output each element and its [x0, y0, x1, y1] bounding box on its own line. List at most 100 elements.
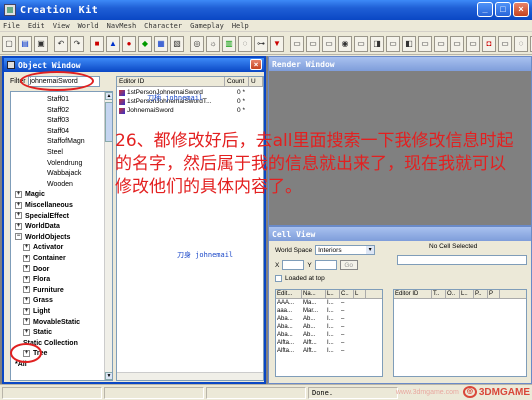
view-12-icon[interactable]: ▭ [466, 35, 480, 52]
tree-item[interactable]: Volendrung [47, 159, 82, 168]
view-1-icon[interactable]: ▭ [290, 35, 304, 52]
table-row[interactable]: Aba... Ab... I... – [276, 331, 382, 339]
view-13-icon[interactable]: ◘ [482, 35, 496, 52]
view-8-icon[interactable]: ◧ [402, 35, 416, 52]
redo-icon[interactable]: ↷ [70, 35, 84, 52]
go-button[interactable]: Go [339, 260, 358, 270]
view-7-icon[interactable]: ▭ [386, 35, 400, 52]
close-button[interactable]: × [513, 2, 529, 17]
expand-icon[interactable]: + [15, 201, 22, 209]
undo-icon[interactable]: ↶ [54, 35, 68, 52]
col-editor-id[interactable]: Editor ID [117, 77, 225, 86]
menu-world[interactable]: World [78, 22, 99, 30]
scroll-down-icon[interactable]: ▼ [105, 372, 112, 380]
collapse-icon[interactable]: − [15, 233, 22, 241]
menu-file[interactable]: File [3, 22, 20, 30]
col-count[interactable]: Count [225, 77, 249, 86]
view-6-icon[interactable]: ◨ [370, 35, 384, 52]
expand-icon[interactable]: + [23, 328, 30, 336]
menu-navmesh[interactable]: NavMesh [107, 22, 137, 30]
col-name[interactable]: Na... [302, 290, 326, 298]
tree-item[interactable]: Staff03 [47, 116, 69, 125]
view-2-icon[interactable]: ▭ [306, 35, 320, 52]
y-input[interactable] [314, 260, 337, 270]
table-row[interactable]: Aba... Ab... I... – [276, 315, 382, 323]
menu-character[interactable]: Character [144, 22, 182, 30]
minimize-button[interactable]: _ [477, 2, 493, 17]
light-icon[interactable]: ☼ [206, 35, 220, 52]
select-icon[interactable]: ■ [90, 35, 104, 52]
world-icon[interactable]: ◆ [138, 35, 152, 52]
tree-item[interactable]: + Furniture [23, 286, 64, 295]
col-l[interactable]: L.. [460, 290, 474, 298]
view-10-icon[interactable]: ▭ [434, 35, 448, 52]
expand-icon[interactable]: + [23, 318, 30, 326]
tree-item[interactable]: Staff04 [47, 127, 69, 136]
tree-scrollbar[interactable]: ▲ ▼ [104, 92, 112, 380]
tree-item[interactable]: Staff01 [47, 95, 69, 104]
toggle-icon[interactable]: ▼ [270, 35, 284, 52]
object-list[interactable]: Editor ID Count U 1stPersonJohnemaiSword… [116, 76, 264, 381]
table-row[interactable]: Alfta... Alft... I... – [276, 339, 382, 347]
view-14-icon[interactable]: ▭ [498, 35, 512, 52]
menu-help[interactable]: Help [232, 22, 249, 30]
view-4-icon[interactable]: ◉ [338, 35, 352, 52]
tree-item[interactable]: + Flora [23, 275, 50, 284]
cell-list[interactable]: Edit... Na... L.. C.. L AAA... Ma... I... –… [275, 289, 383, 377]
cell-objects-list[interactable]: Editor ID T.. O.. L.. P.. P [393, 289, 527, 377]
table-row[interactable]: Aba... Ab... I... – [276, 323, 382, 331]
maximize-button[interactable]: □ [495, 2, 511, 17]
expand-icon[interactable]: + [23, 286, 30, 294]
menu-view[interactable]: View [53, 22, 70, 30]
tree-item[interactable]: + Activator [23, 243, 63, 252]
tree-item[interactable]: + SpecialEffect [15, 212, 69, 221]
scroll-up-icon[interactable]: ▲ [105, 92, 112, 100]
view-3-icon[interactable]: ▭ [322, 35, 336, 52]
tree-item[interactable]: + Miscellaneous [15, 201, 73, 210]
tree-item[interactable]: + WorldData [15, 222, 60, 231]
expand-icon[interactable]: + [23, 307, 30, 315]
col-c[interactable]: C.. [340, 290, 354, 298]
expand-icon[interactable]: + [23, 265, 30, 273]
tree-item[interactable]: + Magic [15, 190, 45, 199]
col-editor-id[interactable]: Editor ID [394, 290, 432, 298]
table-row[interactable]: Alfta... Alft... I... – [276, 347, 382, 355]
object-tree[interactable]: ▲ ▼ Staff01 Staff02 Staff03 Staff04 StaffofM… [10, 91, 113, 381]
col-edit[interactable]: Edit... [276, 290, 302, 298]
expand-icon[interactable]: + [15, 212, 22, 220]
col-u[interactable]: U [249, 77, 263, 86]
tree-item[interactable]: − WorldObjects [15, 233, 70, 242]
save-icon[interactable]: ▣ [34, 35, 48, 52]
object-window-close-button[interactable]: × [250, 59, 262, 70]
col-p[interactable]: P.. [474, 290, 488, 298]
open-folder-icon[interactable]: ▤ [18, 35, 32, 52]
col-l[interactable]: L.. [326, 290, 340, 298]
marker-icon[interactable]: ◎ [190, 35, 204, 52]
expand-icon[interactable]: + [23, 244, 30, 252]
tree-item[interactable]: + Grass [23, 296, 53, 305]
view-11-icon[interactable]: ▭ [450, 35, 464, 52]
tree-item[interactable]: Steel [47, 148, 63, 157]
view-15-icon[interactable]: ◌ [514, 35, 528, 52]
col-t[interactable]: T.. [432, 290, 446, 298]
expand-icon[interactable]: + [23, 254, 30, 262]
expand-icon[interactable]: + [23, 297, 30, 305]
tree-item[interactable]: + Light [23, 307, 50, 316]
table-row[interactable]: AAA... Ma... I... – [276, 299, 382, 307]
object-icon[interactable]: ● [122, 35, 136, 52]
cell-icon[interactable]: ▧ [170, 35, 184, 52]
tree-item[interactable]: Wooden [47, 180, 73, 189]
tree-item[interactable]: StaffofMagn [47, 137, 85, 146]
navmesh-icon[interactable]: ▦ [154, 35, 168, 52]
worldspace-select[interactable]: Interiors [315, 245, 376, 255]
tree-item[interactable]: + Container [23, 254, 66, 263]
expand-icon[interactable]: + [15, 222, 22, 230]
menu-edit[interactable]: Edit [28, 22, 45, 30]
tree-item[interactable]: + Door [23, 265, 49, 274]
loaded-checkbox[interactable] [275, 275, 282, 282]
view-5-icon[interactable]: ▭ [354, 35, 368, 52]
tree-item[interactable]: Staff02 [47, 106, 69, 115]
link-icon[interactable]: ⊶ [254, 35, 268, 52]
terrain-icon[interactable]: ▲ [106, 35, 120, 52]
menu-gameplay[interactable]: Gameplay [190, 22, 224, 30]
